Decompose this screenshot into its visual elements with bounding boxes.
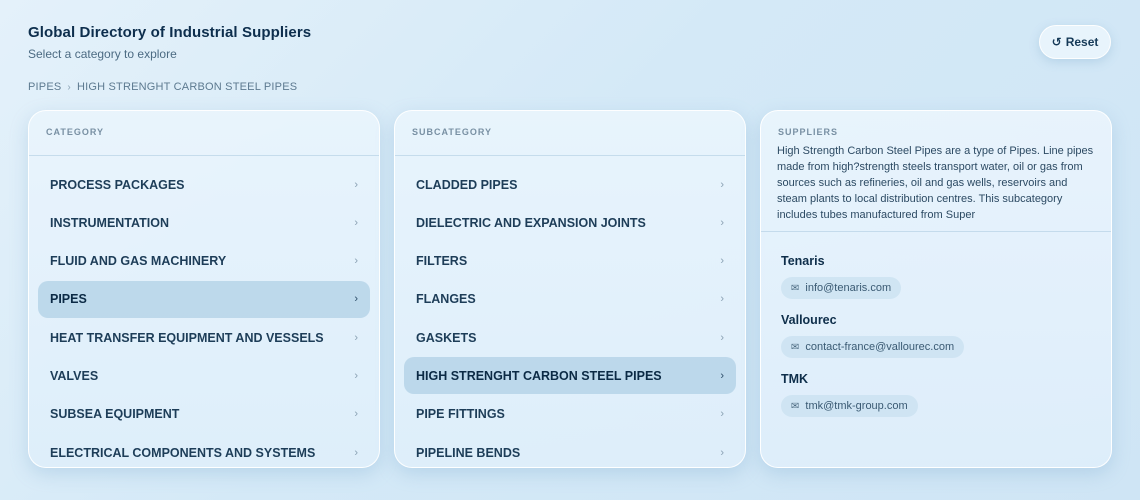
chevron-right-icon: › bbox=[354, 255, 358, 268]
subcategory-item-label: HIGH STRENGHT CARBON STEEL PIPES bbox=[416, 368, 662, 383]
subcategory-item[interactable]: PIPELINE BENDS › bbox=[404, 434, 736, 467]
breadcrumb-item-category[interactable]: PIPES bbox=[28, 81, 61, 93]
chevron-right-icon: › bbox=[354, 408, 358, 421]
category-list: PROCESS PACKAGES › INSTRUMENTATION › FLUID… bbox=[29, 156, 379, 467]
category-item[interactable]: PROCESS PACKAGES › bbox=[38, 166, 370, 203]
supplier-card: Tenaris ✉ info@tenaris.com bbox=[761, 254, 1111, 299]
supplier-name: Tenaris bbox=[781, 254, 825, 268]
supplier-card: TMK ✉ tmk@tmk-group.com bbox=[761, 372, 1111, 417]
chevron-right-icon: › bbox=[720, 446, 724, 459]
supplier-email: tmk@tmk-group.com bbox=[805, 400, 908, 412]
subcategory-item[interactable]: GASKETS › bbox=[404, 319, 736, 356]
suppliers-panel: SUPPLIERS High Strength Carbon Steel Pip… bbox=[760, 110, 1112, 468]
category-item-selected[interactable]: PIPES › bbox=[38, 280, 370, 318]
breadcrumb-separator-icon: › bbox=[67, 81, 71, 93]
category-item-label: FLUID AND GAS MACHINERY bbox=[50, 254, 227, 269]
chevron-right-icon: › bbox=[720, 331, 724, 344]
subcategory-item-selected[interactable]: HIGH STRENGHT CARBON STEEL PIPES › bbox=[404, 357, 736, 395]
subcategory-item-label: PIPELINE BENDS bbox=[416, 445, 521, 460]
category-item-label: PROCESS PACKAGES bbox=[50, 177, 185, 192]
subcategory-heading: SUBCATEGORY bbox=[395, 111, 745, 156]
breadcrumb: PIPES › HIGH STRENGHT CARBON STEEL PIPES bbox=[28, 81, 297, 93]
chevron-right-icon: › bbox=[720, 408, 724, 421]
supplier-email-link[interactable]: ✉ info@tenaris.com bbox=[781, 277, 902, 299]
chevron-right-icon: › bbox=[354, 331, 358, 344]
subcategory-item-label: FLANGES bbox=[416, 292, 476, 307]
mail-icon: ✉ bbox=[791, 400, 800, 412]
subcategory-item-label: PIPE FITTINGS bbox=[416, 407, 505, 422]
subcategory-description: High Strength Carbon Steel Pipes are a t… bbox=[777, 145, 1094, 220]
chevron-right-icon: › bbox=[354, 446, 358, 459]
supplier-email-link[interactable]: ✉ contact-france@vallourec.com bbox=[781, 336, 965, 358]
category-item[interactable]: FLUID AND GAS MACHINERY › bbox=[38, 243, 370, 280]
category-item-label: SUBSEA EQUIPMENT bbox=[50, 407, 180, 422]
supplier-name: Vallourec bbox=[781, 313, 837, 327]
subcategory-item[interactable]: PIPE FITTINGS › bbox=[404, 396, 736, 433]
category-heading: CATEGORY bbox=[29, 111, 379, 156]
mail-icon: ✉ bbox=[791, 282, 800, 294]
mail-icon: ✉ bbox=[791, 341, 800, 353]
category-panel: CATEGORY PROCESS PACKAGES › INSTRUMENTATI… bbox=[28, 110, 380, 468]
chevron-right-icon: › bbox=[720, 293, 724, 306]
page-title: Global Directory of Industrial Suppliers bbox=[28, 24, 312, 41]
category-item[interactable]: INSTRUMENTATION › bbox=[38, 204, 370, 241]
subcategory-item-label: CLADDED PIPES bbox=[416, 177, 518, 192]
category-item[interactable]: HEAT TRANSFER EQUIPMENT AND VESSELS › bbox=[38, 319, 370, 356]
divider bbox=[761, 231, 1111, 232]
breadcrumb-item-subcategory[interactable]: HIGH STRENGHT CARBON STEEL PIPES bbox=[77, 81, 297, 93]
supplier-name: TMK bbox=[781, 372, 809, 386]
supplier-card: Vallourec ✉ contact-france@vallourec.com bbox=[761, 313, 1111, 358]
page-header: Global Directory of Industrial Suppliers… bbox=[28, 24, 311, 61]
category-item-label: INSTRUMENTATION bbox=[50, 215, 169, 230]
suppliers-heading: SUPPLIERS bbox=[778, 127, 839, 137]
chevron-right-icon: › bbox=[354, 293, 358, 306]
page-subtitle: Select a category to explore bbox=[28, 47, 177, 61]
category-item[interactable]: ELECTRICAL COMPONENTS AND SYSTEMS › bbox=[38, 434, 370, 467]
chevron-right-icon: › bbox=[720, 255, 724, 268]
supplier-email: info@tenaris.com bbox=[805, 282, 892, 294]
subcategory-item[interactable]: FILTERS › bbox=[404, 243, 736, 280]
category-item-label: HEAT TRANSFER EQUIPMENT AND VESSELS bbox=[50, 330, 324, 345]
subcategory-item[interactable]: DIELECTRIC AND EXPANSION JOINTS › bbox=[404, 204, 736, 241]
category-item[interactable]: VALVES › bbox=[38, 357, 370, 394]
chevron-right-icon: › bbox=[720, 216, 724, 229]
subcategory-list: CLADDED PIPES › DIELECTRIC AND EXPANSION … bbox=[395, 156, 745, 467]
subcategory-item-label: GASKETS bbox=[416, 330, 477, 345]
category-item-label: ELECTRICAL COMPONENTS AND SYSTEMS bbox=[50, 445, 316, 460]
supplier-email-link[interactable]: ✉ tmk@tmk-group.com bbox=[781, 395, 918, 417]
subcategory-panel: SUBCATEGORY CLADDED PIPES › DIELECTRIC AN… bbox=[394, 110, 746, 468]
category-item-label: VALVES bbox=[50, 368, 99, 383]
chevron-right-icon: › bbox=[354, 216, 358, 229]
reset-icon: ↺ bbox=[1051, 35, 1062, 49]
supplier-email: contact-france@vallourec.com bbox=[805, 341, 955, 353]
chevron-right-icon: › bbox=[354, 369, 358, 382]
subcategory-item-label: FILTERS bbox=[416, 254, 468, 269]
category-item[interactable]: SUBSEA EQUIPMENT › bbox=[38, 396, 370, 433]
chevron-right-icon: › bbox=[720, 369, 724, 382]
subcategory-item[interactable]: FLANGES › bbox=[404, 281, 736, 318]
subcategory-item[interactable]: CLADDED PIPES › bbox=[404, 166, 736, 203]
subcategory-item-label: DIELECTRIC AND EXPANSION JOINTS bbox=[416, 215, 646, 230]
chevron-right-icon: › bbox=[354, 178, 358, 191]
category-item-label: PIPES bbox=[50, 292, 87, 307]
reset-button[interactable]: ↺ Reset bbox=[1039, 25, 1111, 59]
reset-label: Reset bbox=[1065, 35, 1099, 49]
chevron-right-icon: › bbox=[720, 178, 724, 191]
